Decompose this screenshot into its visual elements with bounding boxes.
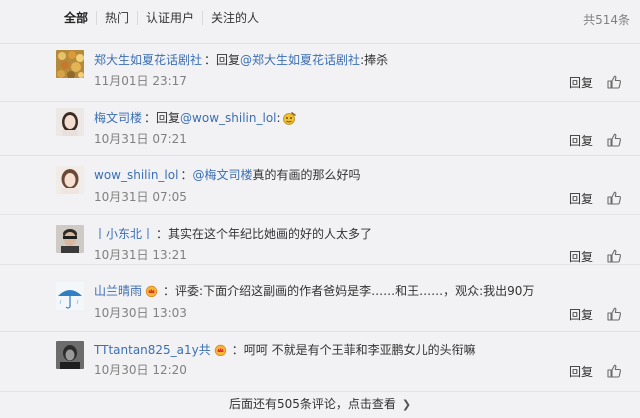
comment-text: 其实在这个年纪比她画的好的人太多了 xyxy=(168,227,373,241)
thumbs-up-icon[interactable] xyxy=(607,307,621,321)
reply-prefix: 回复 xyxy=(156,111,181,125)
comment-item: 山兰晴雨 ： 评委:下面介绍这副画的作者爸妈是李……和王……，观众:我出90万 … xyxy=(0,264,640,332)
thumbs-up-icon[interactable] xyxy=(607,249,621,263)
mention-link[interactable]: @郑大生如夏花话剧社 xyxy=(240,52,360,68)
comment-username[interactable]: TTtantan825_a1y共 xyxy=(94,342,211,358)
emoji-icon xyxy=(281,111,298,125)
tab-all[interactable]: 全部 xyxy=(0,11,96,25)
comment-item: wow_shilin_lol ： @梅文司楼 真的有画的那么好吗 10月31日 … xyxy=(0,155,640,223)
thumbs-up-icon[interactable] xyxy=(607,191,621,205)
avatar[interactable] xyxy=(56,108,84,136)
colon-separator: ： xyxy=(163,284,176,298)
comment-filter-bar: 全部 热门 认证用户 关注的人 xyxy=(0,0,640,36)
comment-text: 呵呵 不就是有个王菲和李亚鹏女儿的头衔嘛 xyxy=(243,343,476,357)
reply-prefix: 回复 xyxy=(216,53,241,67)
load-more-comments[interactable]: 后面还有505条评论，点击查看 ❯ xyxy=(0,391,640,418)
comment-username[interactable]: 郑大生如夏花话剧社 xyxy=(94,52,202,68)
comment-username[interactable]: 梅文司楼 xyxy=(94,110,142,126)
mention-link[interactable]: @wow_shilin_lol xyxy=(180,110,276,126)
avatar[interactable] xyxy=(56,341,84,369)
tab-following[interactable]: 关注的人 xyxy=(202,11,267,25)
comment-username[interactable]: 丨小东北丨 xyxy=(94,226,154,242)
reply-button[interactable]: 回复 xyxy=(569,363,593,380)
tab-verified-users[interactable]: 认证用户 xyxy=(137,11,202,25)
comment-text: 真的有画的那么好吗 xyxy=(252,168,361,182)
reply-button[interactable]: 回复 xyxy=(569,132,593,149)
colon-separator: ： xyxy=(204,53,217,67)
mention-link[interactable]: @梅文司楼 xyxy=(192,167,252,183)
colon-separator: ： xyxy=(156,227,169,241)
chevron-right-icon: ❯ xyxy=(401,398,412,411)
comment-text: 评委:下面介绍这副画的作者爸妈是李……和王……，观众:我出90万 xyxy=(175,284,535,298)
avatar[interactable] xyxy=(56,166,84,194)
reply-button[interactable]: 回复 xyxy=(569,248,593,265)
avatar[interactable] xyxy=(56,50,84,78)
comment-time: 10月31日 13:21 xyxy=(94,248,187,262)
colon-separator: ： xyxy=(144,111,157,125)
colon-separator: ： xyxy=(180,168,193,182)
comment-username[interactable]: 山兰晴雨 xyxy=(94,283,142,299)
crown-badge-icon xyxy=(214,344,227,357)
reply-button[interactable]: 回复 xyxy=(569,190,593,207)
comment-text: :捧杀 xyxy=(360,53,389,67)
load-more-label: 后面还有505条评论，点击查看 xyxy=(228,397,396,411)
comment-time: 10月30日 12:20 xyxy=(94,363,187,377)
comment-username[interactable]: wow_shilin_lol xyxy=(94,167,178,183)
comment-item: TTtantan825_a1y共 ： 呵呵 不就是有个王菲和李亚鹏女儿的头衔嘛 … xyxy=(0,331,640,399)
comment-time: 10月31日 07:05 xyxy=(94,190,187,204)
tab-hot[interactable]: 热门 xyxy=(96,11,137,25)
crown-badge-icon xyxy=(145,285,158,298)
reply-button[interactable]: 回复 xyxy=(569,306,593,323)
thumbs-up-icon[interactable] xyxy=(607,75,621,89)
comment-time: 10月31日 07:21 xyxy=(94,132,187,146)
reply-button[interactable]: 回复 xyxy=(569,74,593,91)
colon-separator: ： xyxy=(231,343,244,357)
thumbs-up-icon[interactable] xyxy=(607,133,621,147)
comment-time: 11月01日 23:17 xyxy=(94,74,187,88)
comment-time: 10月30日 13:03 xyxy=(94,306,187,320)
thumbs-up-icon[interactable] xyxy=(607,364,621,378)
avatar[interactable] xyxy=(56,225,84,253)
total-comment-count: 共514条 xyxy=(583,13,630,27)
avatar[interactable] xyxy=(56,282,84,310)
